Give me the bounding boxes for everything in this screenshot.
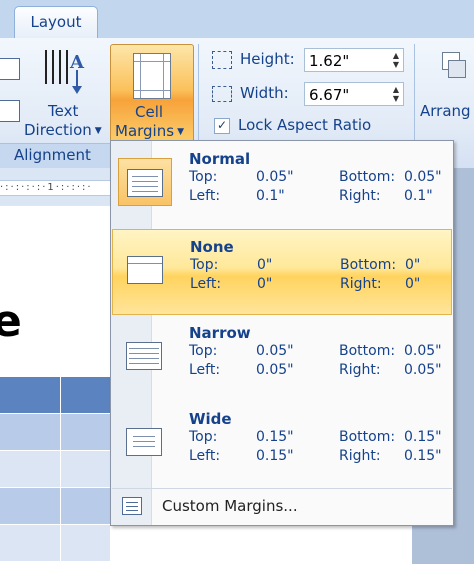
- width-spinner-icon[interactable]: ▲ ▼: [393, 85, 399, 103]
- lock-aspect-label[interactable]: Lock Aspect Ratio: [238, 116, 371, 134]
- right-label: Right:: [339, 362, 381, 378]
- menu-item-title: Wide: [189, 410, 232, 428]
- top-value: 0.05": [256, 169, 294, 185]
- width-value: 6.67": [309, 86, 350, 104]
- margins-preview-icon: [118, 332, 172, 380]
- top-label: Top:: [189, 429, 218, 445]
- text-direction-label-2: Direction: [24, 121, 92, 139]
- custom-margins-item[interactable]: Custom Margins...: [112, 488, 452, 525]
- text-direction-button[interactable]: Direction ▼: [24, 121, 102, 139]
- document-table[interactable]: [0, 377, 110, 564]
- margins-preview-icon: [118, 418, 172, 466]
- left-value: 0": [257, 276, 273, 292]
- bottom-label: Bottom:: [339, 429, 396, 445]
- left-label: Left:: [189, 448, 221, 464]
- arrange-button[interactable]: Arrang: [420, 40, 474, 144]
- right-value: 0.05": [404, 362, 442, 378]
- height-row: Height:: [212, 50, 295, 69]
- bottom-label: Bottom:: [340, 257, 397, 273]
- menu-item-title: Normal: [189, 150, 251, 168]
- margins-preview-icon: [118, 158, 172, 206]
- menu-item-normal[interactable]: Normal Top: 0.05" Bottom: 0.05" Left: 0.…: [112, 142, 452, 228]
- right-value: 0.15": [404, 448, 442, 464]
- menu-item-narrow[interactable]: Narrow Top: 0.05" Bottom: 0.05" Left: 0.…: [112, 316, 452, 402]
- cell-margins-label-row: Margins ▼: [115, 122, 184, 140]
- height-input[interactable]: 1.62" ▲ ▼: [304, 48, 404, 72]
- table-row[interactable]: [0, 414, 110, 451]
- margins-preview-icon: [119, 246, 173, 294]
- right-value: 0": [405, 276, 421, 292]
- left-label: Left:: [189, 188, 221, 204]
- top-label: Top:: [190, 257, 219, 273]
- right-label: Right:: [340, 276, 382, 292]
- chevron-down-icon: ▼: [177, 126, 184, 137]
- cell-margins-icon: [133, 53, 171, 99]
- cell-margins-button[interactable]: Cell Margins ▼: [110, 44, 194, 146]
- top-value: 0": [257, 257, 273, 273]
- top-value: 0.05": [256, 343, 294, 359]
- custom-margins-icon: [122, 497, 142, 515]
- table-row[interactable]: [0, 525, 110, 562]
- height-icon: [212, 50, 232, 69]
- table-divider: [60, 377, 61, 564]
- lock-aspect-checkbox[interactable]: ✓: [214, 118, 230, 134]
- cell-size-icon[interactable]: [0, 100, 20, 122]
- menu-item-title: Narrow: [189, 324, 251, 342]
- height-spinner-icon[interactable]: ▲ ▼: [393, 51, 399, 69]
- cell-margins-label-1: Cell: [135, 103, 164, 121]
- text-direction-label-1[interactable]: Text: [48, 102, 78, 120]
- menu-item-none[interactable]: None Top: 0" Bottom: 0" Left: 0" Right: …: [112, 229, 452, 315]
- svg-text:A: A: [69, 52, 85, 73]
- bottom-label: Bottom:: [339, 169, 396, 185]
- width-row: Width:: [212, 84, 289, 102]
- right-value: 0.1": [404, 188, 433, 204]
- table-row[interactable]: [0, 377, 110, 414]
- width-icon: [212, 85, 232, 102]
- left-label: Left:: [190, 276, 222, 292]
- menu-item-title: None: [190, 238, 234, 256]
- horizontal-ruler[interactable]: ·:·:·:·:·1·:·:·:·: [0, 180, 110, 196]
- bottom-value: 0.15": [404, 429, 442, 445]
- document-text: e: [0, 296, 22, 347]
- tab-layout[interactable]: Layout: [14, 6, 98, 39]
- left-label: Left:: [189, 362, 221, 378]
- arrange-label: Arrang: [420, 102, 471, 120]
- text-direction-icon: A: [45, 50, 85, 94]
- top-value: 0.15": [256, 429, 294, 445]
- menu-item-wide[interactable]: Wide Top: 0.15" Bottom: 0.15" Left: 0.15…: [112, 402, 452, 488]
- left-value: 0.1": [256, 188, 285, 204]
- left-value: 0.05": [256, 362, 294, 378]
- custom-margins-label: Custom Margins...: [162, 497, 298, 515]
- cell-margins-label-2: Margins: [115, 122, 175, 140]
- width-input[interactable]: 6.67" ▲ ▼: [304, 82, 404, 106]
- bottom-value: 0": [405, 257, 421, 273]
- align-icon[interactable]: [0, 58, 20, 80]
- chevron-down-icon: ▼: [94, 125, 102, 136]
- top-label: Top:: [189, 169, 218, 185]
- table-row[interactable]: [0, 488, 110, 525]
- height-value: 1.62": [309, 52, 350, 70]
- alignment-group-label: Alignment: [14, 146, 91, 164]
- top-label: Top:: [189, 343, 218, 359]
- bottom-label: Bottom:: [339, 343, 396, 359]
- right-label: Right:: [339, 188, 381, 204]
- arrange-icon-back: [448, 60, 466, 78]
- table-row[interactable]: [0, 451, 110, 488]
- right-label: Right:: [339, 448, 381, 464]
- width-label: Width:: [240, 84, 289, 102]
- cell-margins-menu: Normal Top: 0.05" Bottom: 0.05" Left: 0.…: [110, 140, 454, 526]
- bottom-value: 0.05": [404, 169, 442, 185]
- bottom-value: 0.05": [404, 343, 442, 359]
- left-value: 0.15": [256, 448, 294, 464]
- height-label: Height:: [240, 50, 295, 68]
